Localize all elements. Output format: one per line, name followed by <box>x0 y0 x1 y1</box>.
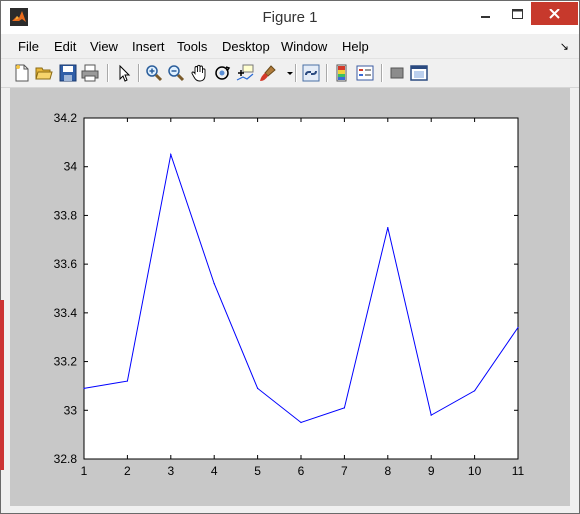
x-tick-label: 6 <box>298 464 305 478</box>
x-tick-label: 2 <box>124 464 131 478</box>
figure-window: Figure 1 File Edit View Insert Tools Des… <box>0 0 580 514</box>
x-tick-label: 10 <box>468 464 482 478</box>
brush-icon[interactable] <box>259 64 277 82</box>
menu-file[interactable]: File <box>18 39 39 54</box>
y-tick-label: 33.6 <box>54 257 78 271</box>
minimize-icon <box>481 16 490 18</box>
print-icon[interactable] <box>81 64 99 82</box>
toolbar-separator <box>138 64 140 82</box>
data-point <box>257 387 259 389</box>
data-cursor-icon[interactable] <box>236 64 254 82</box>
zoom-in-icon[interactable] <box>145 64 163 82</box>
y-tick-label: 33.8 <box>54 208 78 222</box>
axes-box <box>83 117 519 460</box>
data-point <box>387 227 389 229</box>
hide-plot-tools-icon[interactable] <box>388 64 406 82</box>
menu-insert[interactable]: Insert <box>132 39 165 54</box>
pan-hand-icon[interactable] <box>190 64 208 82</box>
toolbar-separator <box>107 64 109 82</box>
figure-toolbar <box>1 59 579 88</box>
data-point <box>430 414 432 416</box>
x-tick-label: 11 <box>512 464 525 478</box>
colorbar-icon[interactable] <box>333 64 351 82</box>
y-tick-label: 33 <box>64 403 78 417</box>
zoom-out-icon[interactable] <box>167 64 185 82</box>
figure-canvas: 1 2 3 4 5 6 7 8 9 10 11 32.8 33 33.2 33.4 33.6 33.8 34 34.… <box>10 88 570 506</box>
data-point <box>474 390 476 392</box>
close-button[interactable] <box>531 2 578 25</box>
x-tick-label: 4 <box>211 464 218 478</box>
x-tick-label: 7 <box>341 464 348 478</box>
menu-view[interactable]: View <box>90 39 118 54</box>
x-tick-label: 8 <box>384 464 391 478</box>
link-plot-icon[interactable] <box>302 64 320 82</box>
toolbar-separator <box>326 64 328 82</box>
x-tick-label: 3 <box>167 464 174 478</box>
x-tick-label: 1 <box>81 464 88 478</box>
y-tick-label: 32.8 <box>54 452 78 466</box>
y-tick-label: 34.2 <box>54 111 78 125</box>
line-plot: 1 2 3 4 5 6 7 8 9 10 1132.83333.233.433.633.83434.… <box>54 111 525 478</box>
data-point <box>170 153 172 156</box>
rotate-3d-icon[interactable] <box>213 64 231 82</box>
maximize-button[interactable] <box>503 1 531 27</box>
y-tick-label: 33.4 <box>54 306 78 320</box>
x-tick-label: 5 <box>254 464 261 478</box>
title-bar[interactable]: Figure 1 <box>1 1 579 34</box>
data-point <box>83 387 85 389</box>
new-figure-icon[interactable] <box>13 64 31 82</box>
legend-icon[interactable] <box>356 64 374 82</box>
background-window-edge <box>0 300 4 470</box>
dock-arrow-icon[interactable]: ↘ <box>560 40 569 53</box>
data-point <box>213 283 215 285</box>
menu-edit[interactable]: Edit <box>54 39 76 54</box>
minimize-button[interactable] <box>469 1 503 27</box>
save-icon[interactable] <box>59 64 77 82</box>
menu-bar: File Edit View Insert Tools Desktop Wind… <box>1 34 579 59</box>
open-file-icon[interactable] <box>35 64 53 82</box>
y-tick-label: 33.2 <box>54 355 78 369</box>
data-point <box>126 380 128 382</box>
edit-plot-arrow-icon[interactable] <box>115 64 133 82</box>
menu-help[interactable]: Help <box>342 39 369 54</box>
toolbar-separator <box>381 64 383 82</box>
y-tick-label: 34 <box>64 160 78 174</box>
toolbar-separator <box>295 64 297 82</box>
menu-tools[interactable]: Tools <box>177 39 207 54</box>
menu-window[interactable]: Window <box>281 39 327 54</box>
menu-desktop[interactable]: Desktop <box>222 39 270 54</box>
data-point <box>517 326 519 329</box>
show-plot-tools-icon[interactable] <box>410 64 428 82</box>
maximize-icon <box>511 9 523 19</box>
data-point <box>343 407 345 409</box>
close-icon <box>549 8 560 19</box>
data-point <box>300 421 302 424</box>
x-tick-label: 9 <box>428 464 435 478</box>
